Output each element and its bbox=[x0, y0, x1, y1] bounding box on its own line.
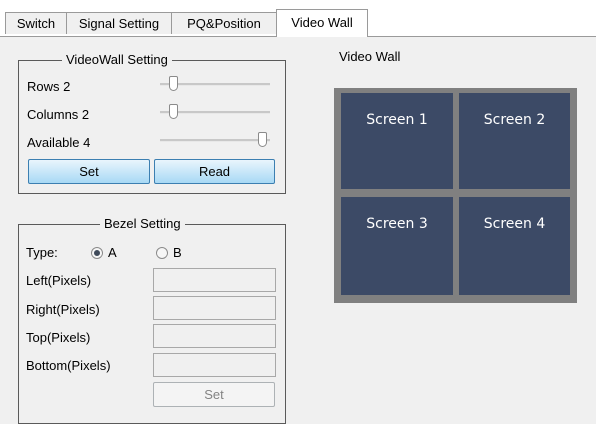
videowall-setting-title: VideoWall Setting bbox=[62, 52, 172, 68]
bottom-pixels-label: Bottom(Pixels) bbox=[26, 358, 111, 373]
slider-thumb[interactable] bbox=[258, 132, 267, 147]
screen-label: Screen 2 bbox=[483, 112, 546, 128]
bezel-setting-title: Bezel Setting bbox=[100, 216, 185, 232]
right-pixels-label: Right(Pixels) bbox=[26, 302, 100, 317]
available-label: Available 4 bbox=[27, 135, 91, 150]
columns-slider[interactable] bbox=[154, 101, 276, 123]
screen-4[interactable]: Screen 4 bbox=[459, 197, 570, 295]
screen-2[interactable]: Screen 2 bbox=[459, 93, 570, 189]
rows-slider[interactable] bbox=[154, 73, 276, 95]
videowall-set-button[interactable]: Set bbox=[28, 159, 150, 184]
videowall-read-button[interactable]: Read bbox=[154, 159, 275, 184]
left-pixels-field[interactable] bbox=[153, 268, 276, 292]
available-slider[interactable] bbox=[154, 129, 276, 151]
screen-label: Screen 4 bbox=[483, 216, 546, 232]
radio-b[interactable] bbox=[156, 247, 168, 259]
top-pixels-label: Top(Pixels) bbox=[26, 330, 91, 345]
radio-a[interactable] bbox=[91, 247, 103, 259]
bezel-set-button[interactable]: Set bbox=[153, 382, 275, 407]
rows-label: Rows 2 bbox=[27, 79, 71, 94]
tab-pq-position[interactable]: PQ&Position bbox=[171, 12, 277, 34]
type-label: Type: bbox=[26, 245, 58, 260]
tab-strip: Switch Signal Setting PQ&Position Video … bbox=[0, 0, 596, 38]
screen-1[interactable]: Screen 1 bbox=[341, 93, 453, 189]
right-pixels-field[interactable] bbox=[153, 296, 276, 320]
left-pixels-label: Left(Pixels) bbox=[26, 273, 92, 288]
tab-switch[interactable]: Switch bbox=[5, 12, 67, 34]
slider-thumb[interactable] bbox=[169, 76, 178, 91]
tab-label: Video Wall bbox=[291, 15, 353, 30]
radio-a-label[interactable]: A bbox=[108, 245, 117, 261]
slider-track bbox=[160, 139, 270, 142]
radio-b-label[interactable]: B bbox=[173, 245, 182, 261]
tab-label: Switch bbox=[16, 16, 56, 31]
tab-signal-setting[interactable]: Signal Setting bbox=[66, 12, 172, 34]
screen-3[interactable]: Screen 3 bbox=[341, 197, 453, 295]
top-pixels-field[interactable] bbox=[153, 324, 276, 348]
tab-label: PQ&Position bbox=[187, 16, 261, 31]
columns-label: Columns 2 bbox=[27, 107, 90, 122]
video-wall-title: Video Wall bbox=[339, 49, 401, 64]
video-wall-preview: Screen 1 Screen 2 Screen 3 Screen 4 bbox=[334, 88, 577, 303]
tab-video-wall[interactable]: Video Wall bbox=[276, 9, 368, 37]
screen-label: Screen 3 bbox=[366, 216, 428, 232]
screen-label: Screen 1 bbox=[366, 112, 428, 128]
slider-thumb[interactable] bbox=[169, 104, 178, 119]
bottom-pixels-field[interactable] bbox=[153, 353, 276, 377]
tab-label: Signal Setting bbox=[78, 16, 160, 31]
